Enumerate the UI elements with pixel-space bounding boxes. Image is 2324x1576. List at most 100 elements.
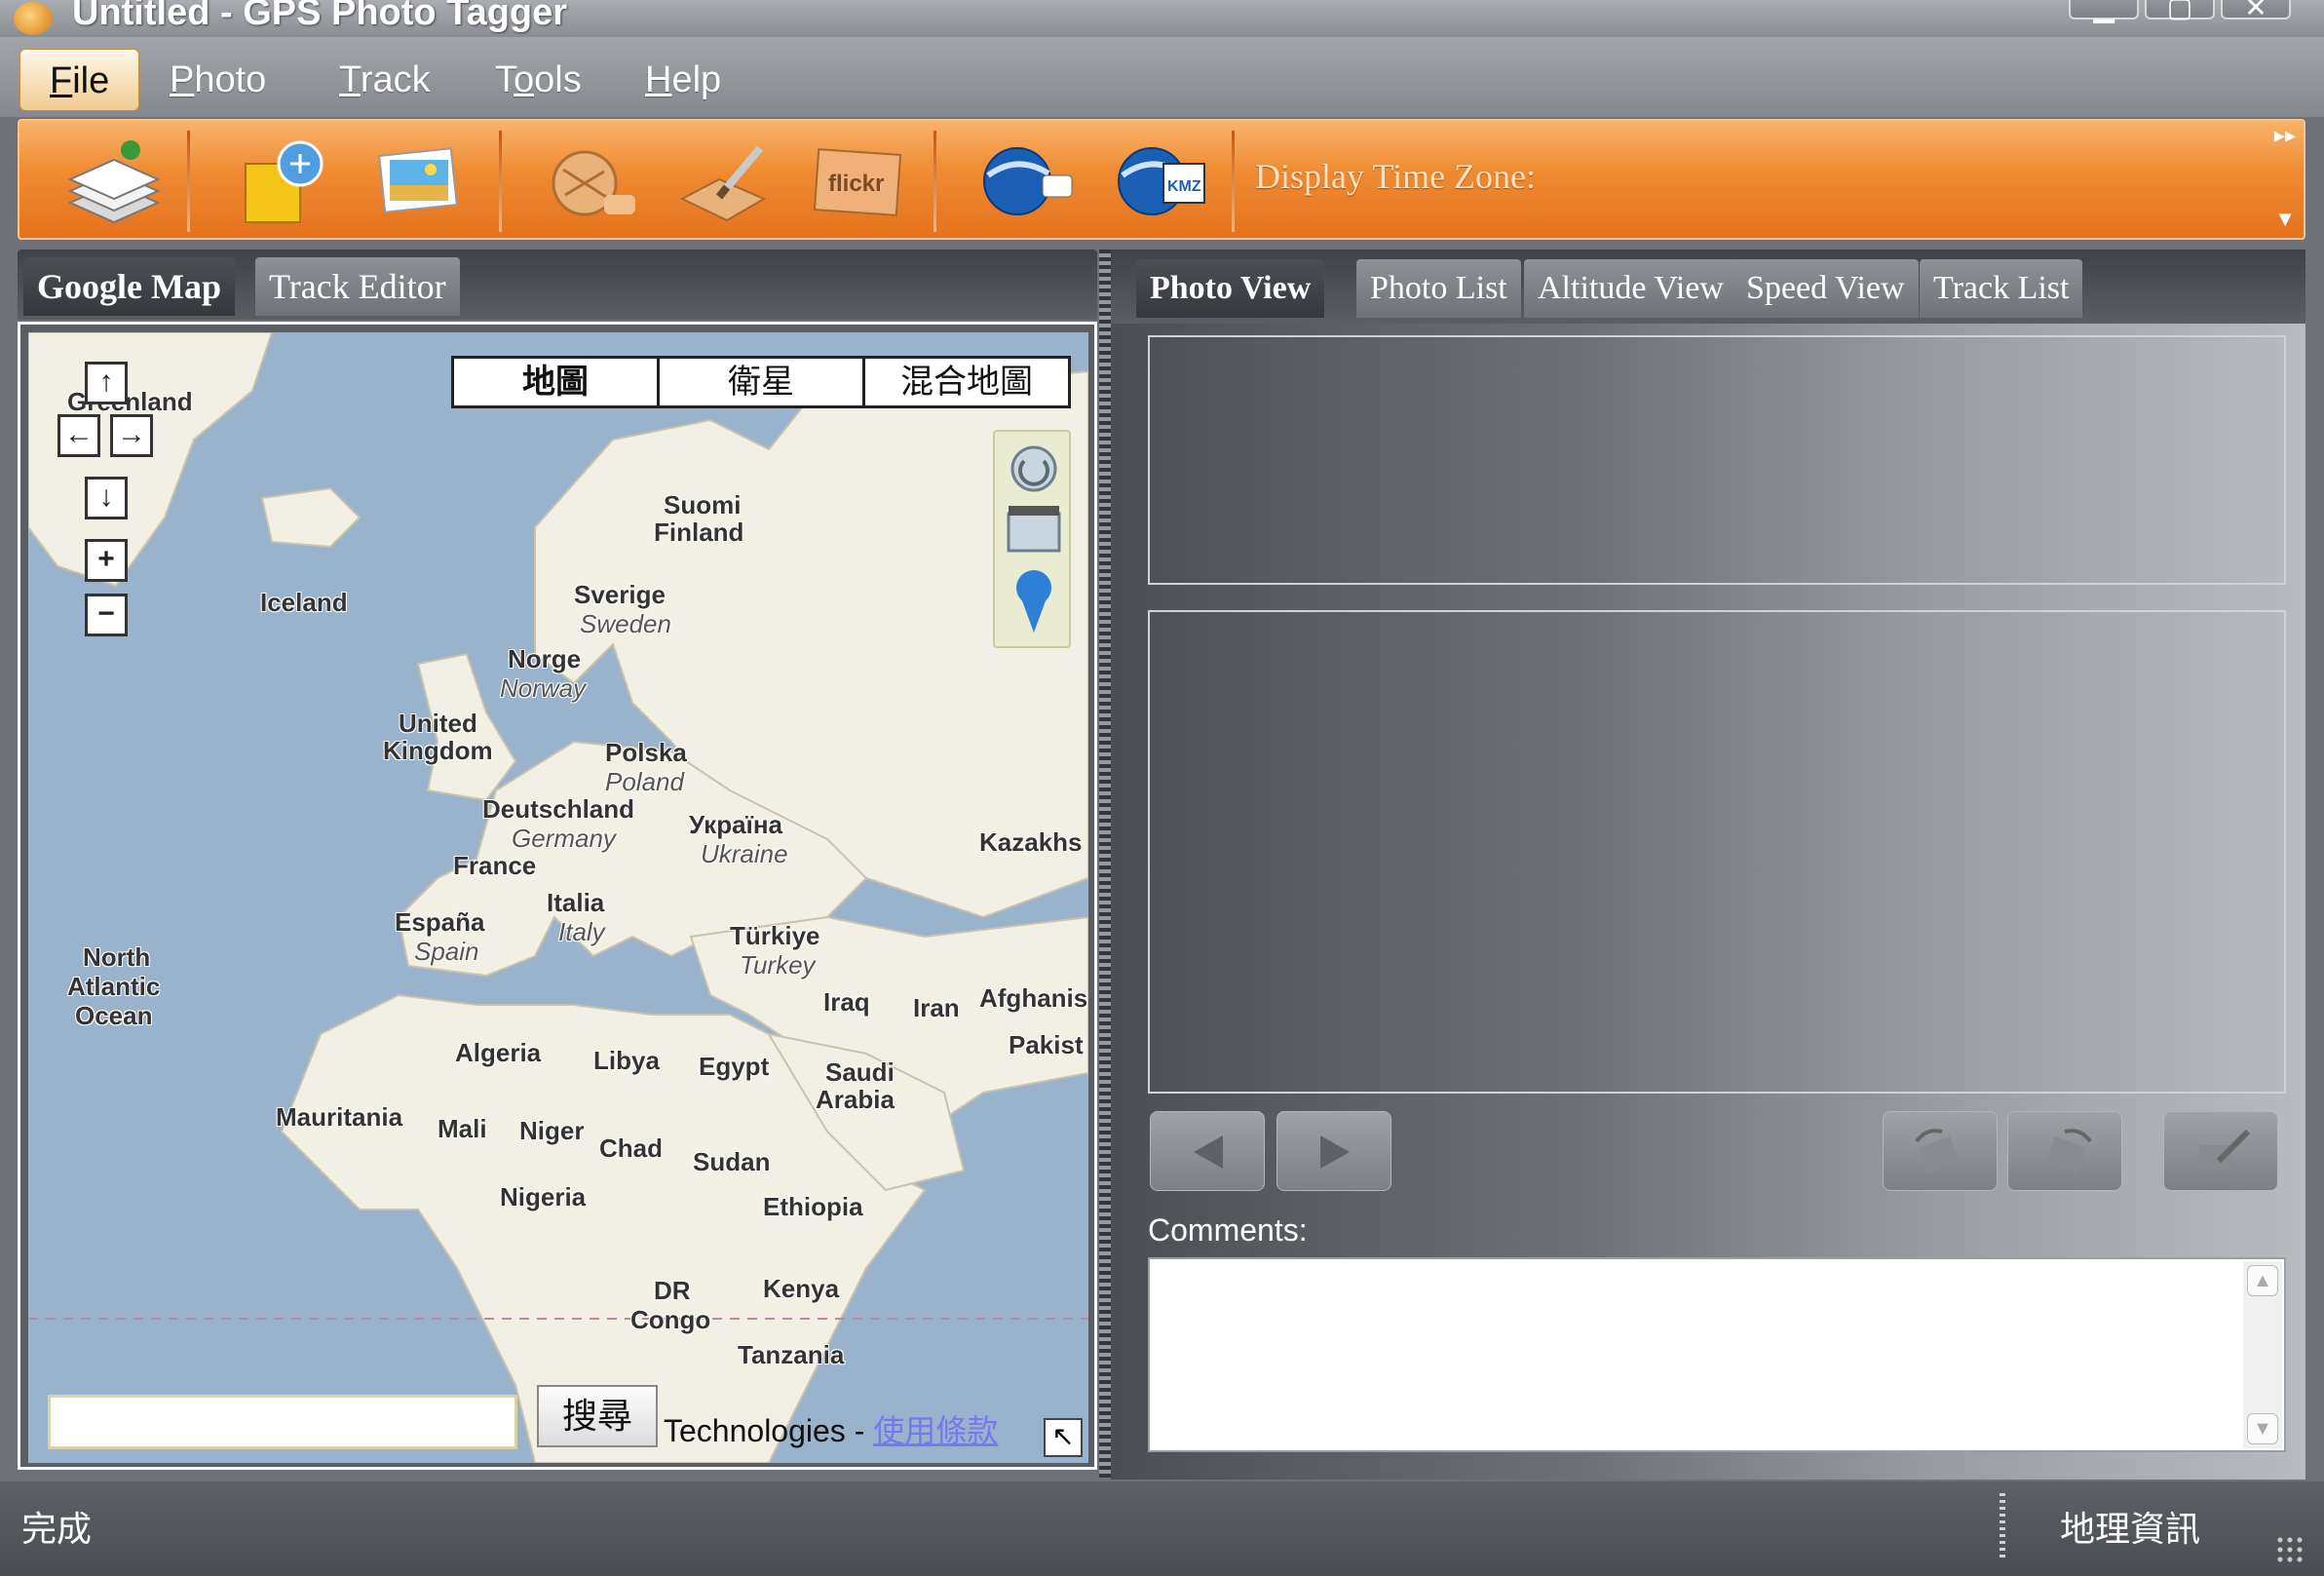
map-label: Ethiopia — [763, 1192, 863, 1221]
photo-pane: Photo View Photo List Altitude View Spee… — [1111, 250, 2305, 1480]
map-label: Iran — [913, 993, 960, 1022]
toolbar-dropdown-icon[interactable]: ▼ — [2274, 207, 2296, 232]
kmz-text: KMZ — [1167, 178, 1201, 195]
comments-scrollbar[interactable]: ▲ ▼ — [2243, 1261, 2282, 1448]
map-label: Turkey — [740, 950, 816, 980]
map-label: Україна — [689, 810, 783, 839]
map-label: Iceland — [260, 588, 348, 617]
google-earth-icon — [983, 147, 1073, 215]
menu-file[interactable]: File — [19, 49, 140, 111]
photos-button[interactable] — [364, 135, 472, 228]
map-label: Suomi — [664, 490, 742, 519]
map-pin-icon[interactable] — [1016, 570, 1051, 633]
scroll-up-icon[interactable]: ▲ — [2247, 1265, 2278, 1296]
tab-track-editor[interactable]: Track Editor — [255, 257, 460, 316]
status-bar: 完成 地理資訊 — [0, 1481, 2324, 1576]
map-label: Kazakhs — [979, 827, 1083, 857]
terms-of-use-link[interactable]: 使用條款 — [873, 1413, 998, 1448]
kmz-export-button[interactable]: KMZ — [1109, 135, 1216, 228]
pan-left-button[interactable]: ← — [57, 414, 100, 457]
map-search-input[interactable] — [48, 1395, 517, 1449]
map-label: Norge — [508, 644, 582, 673]
map-label: Norway — [500, 673, 587, 703]
map-label: Mali — [438, 1114, 487, 1143]
load-layers-button[interactable] — [60, 135, 168, 228]
pan-down-button[interactable]: ↓ — [85, 477, 128, 519]
export-folder-button[interactable] — [232, 135, 339, 228]
map-tools-panel — [993, 430, 1071, 648]
pan-right-button[interactable]: → — [110, 414, 153, 457]
map-label: Iraq — [823, 987, 870, 1017]
resize-grip-icon[interactable] — [2275, 1535, 2305, 1564]
app-icon — [14, 2, 53, 35]
close-button[interactable]: ✕ — [2221, 0, 2291, 22]
tab-photo-list[interactable]: Photo List — [1356, 259, 1521, 318]
photos-icon — [378, 147, 458, 213]
google-map[interactable]: Greenland Iceland Suomi Finland Sverige … — [28, 332, 1088, 1463]
zoom-in-button[interactable]: + — [85, 539, 128, 582]
maximize-button[interactable]: ▢ — [2145, 0, 2215, 22]
previous-photo-button[interactable] — [1150, 1111, 1265, 1191]
geotag-disc-button[interactable] — [536, 135, 643, 228]
refresh-icon[interactable] — [1010, 445, 1057, 492]
flickr-button[interactable]: flickr — [807, 135, 914, 228]
time-zone-label: Display Time Zone: — [1255, 157, 1537, 196]
menu-track[interactable]: Track — [310, 49, 460, 111]
toolbar-separator — [187, 131, 190, 232]
movie-clapper-icon[interactable] — [1007, 506, 1061, 553]
tab-photo-view[interactable]: Photo View — [1136, 259, 1325, 318]
menu-help[interactable]: Help — [616, 49, 750, 111]
map-label: España — [395, 907, 485, 937]
tab-speed-view[interactable]: Speed View — [1733, 259, 1919, 318]
map-label: Ukraine — [701, 839, 788, 868]
map-type-hybrid[interactable]: 混合地圖 — [865, 359, 1068, 405]
map-label: Libya — [593, 1046, 660, 1075]
edit-photo-button[interactable] — [2163, 1111, 2278, 1191]
tab-track-list[interactable]: Track List — [1920, 259, 2083, 318]
map-type-map[interactable]: 地圖 — [454, 359, 660, 405]
comments-textarea[interactable]: ▲ ▼ — [1148, 1257, 2286, 1452]
pan-up-button[interactable]: ↑ — [85, 362, 128, 404]
map-label: Arabia — [816, 1085, 895, 1114]
map-label: Germany — [512, 824, 616, 853]
map-label: Polska — [605, 738, 687, 767]
expand-icon[interactable]: ↖ — [1044, 1418, 1083, 1457]
load-layers-icon — [67, 140, 161, 224]
map-label: France — [453, 851, 537, 880]
map-label: Algeria — [455, 1038, 542, 1067]
google-earth-button[interactable] — [974, 135, 1082, 228]
map-label: Pakist — [1009, 1030, 1084, 1059]
toolbar-separator — [1232, 131, 1235, 232]
map-label: United — [399, 709, 477, 738]
status-text: 完成 — [21, 1509, 93, 1549]
map-label: Tanzania — [738, 1340, 845, 1369]
status-separator — [2000, 1493, 2005, 1557]
map-label: Congo — [630, 1305, 711, 1334]
map-label: Ocean — [75, 1001, 153, 1030]
toolbar-overflow-icon[interactable]: ▸▸ — [2274, 123, 2296, 148]
scroll-down-icon[interactable]: ▼ — [2247, 1413, 2278, 1444]
next-photo-button[interactable] — [1276, 1111, 1391, 1191]
map-label: Deutschland — [482, 794, 635, 824]
menu-tools[interactable]: Tools — [466, 49, 611, 111]
tab-google-map[interactable]: Google Map — [23, 257, 235, 316]
map-label: Sweden — [580, 609, 671, 638]
map-tools-svg — [1007, 445, 1061, 633]
map-label: Chad — [599, 1134, 663, 1163]
map-label: Atlantic — [67, 972, 161, 1001]
rotate-right-button[interactable] — [2007, 1111, 2122, 1191]
map-label: Italia — [547, 888, 605, 917]
rotate-left-button[interactable] — [1883, 1111, 1998, 1191]
map-search-button[interactable]: 搜尋 — [537, 1385, 658, 1447]
map-type-satellite[interactable]: 衛星 — [660, 359, 865, 405]
title-bar: Untitled - GPS Photo Tagger ▁ ▢ ✕ — [0, 0, 2324, 37]
minimize-button[interactable]: ▁ — [2069, 0, 2139, 22]
zoom-out-button[interactable]: − — [85, 594, 128, 636]
map-label: Kenya — [763, 1274, 840, 1303]
tab-altitude-view[interactable]: Altitude View — [1524, 259, 1737, 318]
pane-splitter[interactable] — [1099, 250, 1111, 1478]
menu-photo[interactable]: Photo — [140, 49, 295, 111]
write-pen-button[interactable] — [670, 135, 778, 228]
map-label: Sudan — [693, 1147, 771, 1176]
geotag-disc-icon — [552, 150, 635, 216]
